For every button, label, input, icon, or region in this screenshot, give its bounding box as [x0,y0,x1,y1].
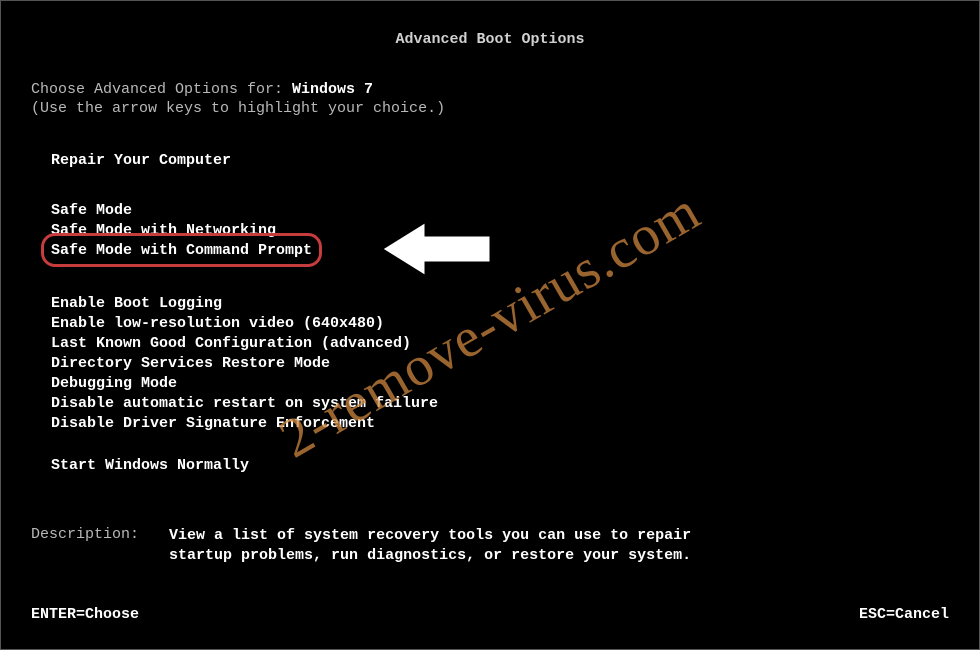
menu-item-debugging-mode[interactable]: Debugging Mode [51,374,438,394]
footer-hints: ENTER=Choose ESC=Cancel [31,606,949,623]
menu-item-directory-services-restore[interactable]: Directory Services Restore Mode [51,354,438,374]
description-label: Description: [31,526,139,566]
prompt-section: Choose Advanced Options for: Windows 7 (… [31,81,445,117]
os-name: Windows 7 [292,81,373,98]
menu-group-repair: Repair Your Computer [51,151,231,171]
menu-group-start-normal: Start Windows Normally [51,456,249,476]
menu-item-disable-auto-restart[interactable]: Disable automatic restart on system fail… [51,394,438,414]
menu-item-enable-boot-logging[interactable]: Enable Boot Logging [51,294,438,314]
menu-item-safe-mode[interactable]: Safe Mode [51,201,312,221]
arrow-pointer-icon [371,209,501,289]
menu-item-safe-mode-command-prompt[interactable]: Safe Mode with Command Prompt [51,241,312,261]
description-section: Description: View a list of system recov… [31,526,729,566]
screen-title: Advanced Boot Options [395,31,584,48]
menu-group-advanced: Enable Boot Logging Enable low-resolutio… [51,294,438,434]
menu-group-safe-mode: Safe Mode Safe Mode with Networking Safe… [51,201,312,261]
arrow-key-instruction: (Use the arrow keys to highlight your ch… [31,100,445,117]
description-text: View a list of system recovery tools you… [169,526,729,566]
menu-item-last-known-good[interactable]: Last Known Good Configuration (advanced) [51,334,438,354]
menu-item-start-windows-normally[interactable]: Start Windows Normally [51,456,249,476]
menu-item-disable-driver-sig[interactable]: Disable Driver Signature Enforcement [51,414,438,434]
menu-item-repair-your-computer[interactable]: Repair Your Computer [51,151,231,171]
hint-esc: ESC=Cancel [859,606,949,623]
hint-enter: ENTER=Choose [31,606,139,623]
menu-item-low-res-video[interactable]: Enable low-resolution video (640x480) [51,314,438,334]
menu-item-safe-mode-networking[interactable]: Safe Mode with Networking [51,221,312,241]
prompt-prefix: Choose Advanced Options for: [31,81,292,98]
